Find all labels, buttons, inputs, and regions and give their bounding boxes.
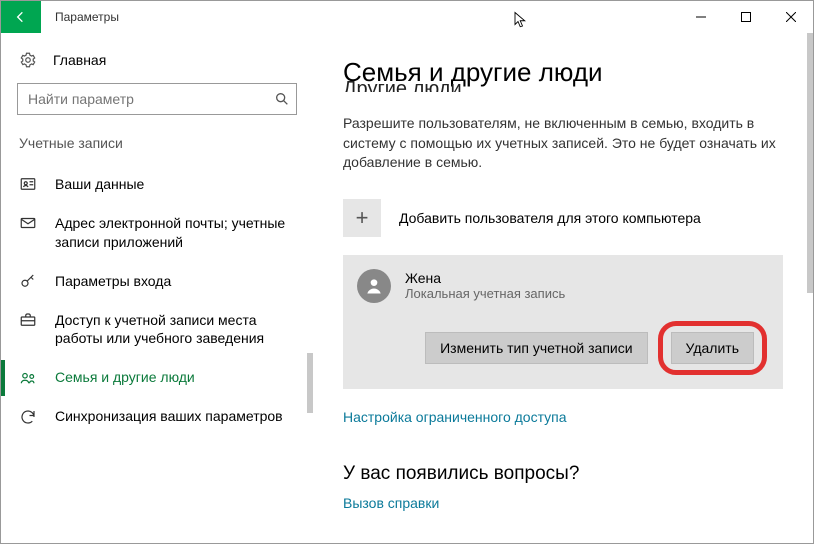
key-icon	[19, 272, 37, 290]
help-link[interactable]: Вызов справки	[343, 495, 789, 511]
search-input[interactable]	[26, 90, 274, 108]
search-icon	[274, 91, 290, 107]
sidebar-item-label: Параметры входа	[55, 272, 171, 291]
content-scrollbar[interactable]	[807, 33, 813, 293]
user-account-type: Локальная учетная запись	[405, 286, 565, 301]
people-icon	[19, 369, 37, 387]
user-card[interactable]: Жена Локальная учетная запись Изменить т…	[343, 255, 783, 389]
user-header: Жена Локальная учетная запись	[357, 269, 767, 303]
plus-icon: +	[343, 199, 381, 237]
close-icon	[786, 12, 796, 22]
minimize-icon	[696, 12, 706, 22]
close-button[interactable]	[768, 1, 813, 33]
sidebar-item-label: Адрес электронной почты; учетные записи …	[55, 214, 295, 252]
avatar	[357, 269, 391, 303]
person-icon	[364, 276, 384, 296]
home-label: Главная	[53, 52, 106, 68]
user-name: Жена	[405, 270, 565, 286]
mail-icon	[19, 214, 37, 232]
sidebar-item-label: Доступ к учетной записи места работы или…	[55, 311, 295, 349]
add-user-button[interactable]: + Добавить пользователя для этого компью…	[343, 199, 789, 237]
sync-icon	[19, 408, 37, 426]
highlight-ring: Удалить	[658, 321, 767, 375]
delete-user-button[interactable]: Удалить	[671, 332, 754, 364]
content-pane: Семья и другие люди Другие люди Разрешит…	[313, 33, 813, 543]
id-card-icon	[19, 175, 37, 193]
add-user-label: Добавить пользователя для этого компьюте…	[399, 210, 701, 226]
arrow-left-icon	[13, 9, 29, 25]
questions-heading: У вас появились вопросы?	[343, 463, 789, 485]
window-controls	[678, 1, 813, 33]
sidebar-section-label: Учетные записи	[1, 135, 313, 159]
cursor-pointer-icon	[512, 11, 530, 29]
titlebar: Параметры	[1, 1, 813, 33]
sidebar-item-sync[interactable]: Синхронизация ваших параметров	[1, 397, 313, 436]
section-description: Разрешите пользователям, не включенным в…	[343, 114, 783, 173]
titlebar-drag-area[interactable]	[119, 1, 678, 33]
sidebar-item-label: Ваши данные	[55, 175, 144, 194]
maximize-button[interactable]	[723, 1, 768, 33]
window-title: Параметры	[41, 1, 119, 33]
maximize-icon	[741, 12, 751, 22]
home-nav[interactable]: Главная	[1, 45, 313, 83]
user-actions: Изменить тип учетной записи Удалить	[357, 321, 767, 375]
sidebar: Главная Учетные записи Ваши данные Адре	[1, 33, 313, 543]
sidebar-item-work-access[interactable]: Доступ к учетной записи места работы или…	[1, 301, 313, 359]
sidebar-item-email-accounts[interactable]: Адрес электронной почты; учетные записи …	[1, 204, 313, 262]
sidebar-item-your-info[interactable]: Ваши данные	[1, 165, 313, 204]
change-account-type-button[interactable]: Изменить тип учетной записи	[425, 332, 647, 364]
gear-icon	[19, 51, 37, 69]
sidebar-item-label: Синхронизация ваших параметров	[55, 407, 283, 426]
sidebar-item-family[interactable]: Семья и другие люди	[1, 358, 313, 397]
search-box[interactable]	[17, 83, 297, 115]
back-button[interactable]	[1, 1, 41, 33]
sidebar-item-label: Семья и другие люди	[55, 368, 195, 387]
subheading-truncated: Другие люди	[343, 78, 789, 92]
minimize-button[interactable]	[678, 1, 723, 33]
restricted-access-link[interactable]: Настройка ограниченного доступа	[343, 409, 789, 425]
sidebar-item-signin-options[interactable]: Параметры входа	[1, 262, 313, 301]
sidebar-nav: Ваши данные Адрес электронной почты; уче…	[1, 165, 313, 436]
briefcase-icon	[19, 311, 37, 329]
